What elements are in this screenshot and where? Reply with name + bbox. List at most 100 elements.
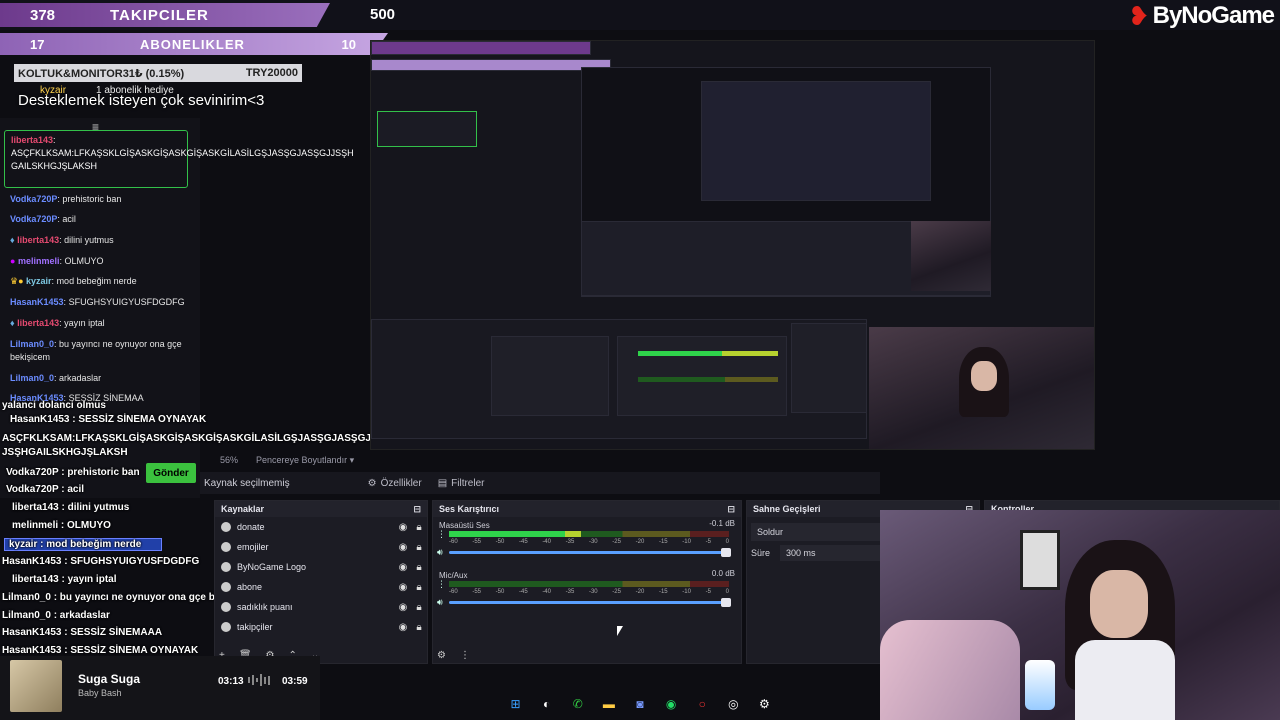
scale-tick: -35 — [565, 539, 575, 545]
followers-goal-bar: 378 TAKIPCILER — [0, 3, 330, 27]
eye-icon[interactable]: ◉ — [395, 622, 411, 633]
source-type-icon — [221, 562, 231, 572]
scale-tick: -20 — [635, 589, 645, 595]
chat-username[interactable]: Lilman0_0 — [10, 373, 54, 383]
chat-text: dilini yutmus — [64, 235, 114, 245]
source-name: sadıklık puanı — [237, 602, 293, 612]
source-item[interactable]: ByNoGame Logo ◉ 🔒︎ — [215, 557, 427, 577]
scale-tick: -30 — [588, 589, 598, 595]
no-source-label: Kaynak seçilmemiş — [204, 477, 290, 489]
settings-icon[interactable]: ⚙ — [754, 694, 774, 714]
overlay-chat-line: HasanK1453 : SESSİZ SİNEMAAA — [2, 627, 163, 638]
followers-count: 378 — [30, 6, 56, 24]
properties-label: Özellikler — [380, 477, 422, 489]
eye-icon[interactable]: ◉ — [395, 582, 411, 593]
dock-menu-icon[interactable]: ⊟ — [727, 504, 735, 515]
chat-username[interactable]: liberta143 — [11, 135, 53, 145]
zoom-level[interactable]: 56% — [220, 455, 238, 465]
lock-icon[interactable]: 🔒︎ — [411, 522, 427, 533]
scale-tick: -60 — [449, 539, 458, 545]
slider-handle[interactable] — [721, 598, 731, 607]
chat-username[interactable]: Vodka720P — [10, 194, 57, 204]
scale-tick: -50 — [495, 589, 505, 595]
shirt — [1075, 640, 1175, 720]
volume-slider[interactable] — [449, 548, 731, 557]
obs-icon[interactable]: ◎ — [723, 694, 743, 714]
steam-icon[interactable]: ◐ — [537, 694, 557, 714]
discord-icon[interactable]: ◙ — [630, 694, 650, 714]
volume-meter — [449, 581, 729, 587]
chat-username[interactable]: Lilman0_0 — [10, 339, 54, 349]
eye-icon[interactable]: ◉ — [395, 522, 411, 533]
duration-input[interactable]: 300 ms — [780, 545, 881, 561]
nested-chat-highlight — [377, 111, 477, 147]
source-name: takipçiler — [237, 622, 273, 632]
filter-icon: ▤ — [437, 477, 448, 489]
overlay-chat-line: Vodka720P : acil — [6, 484, 85, 495]
lock-icon[interactable]: 🔒︎ — [411, 602, 427, 613]
windows-start-icon[interactable]: ⊞ — [506, 694, 526, 714]
chat-username[interactable]: kyzair — [26, 276, 52, 286]
source-properties-bar: Kaynak seçilmemiş ⚙ Özellikler ▤ Filtreler — [200, 472, 880, 494]
properties-button[interactable]: ⚙ Özellikler — [360, 475, 430, 492]
fit-window-button[interactable]: Pencereye Boyutlandır ▾ — [256, 455, 354, 466]
menu-dots-icon[interactable]: ⋮ — [460, 650, 470, 661]
chat-highlight-message: liberta143: ASÇFKLKSAM:LFKAŞSKLGİŞASKGİŞ… — [4, 130, 354, 188]
lock-icon[interactable]: 🔒︎ — [411, 582, 427, 593]
whatsapp-icon[interactable]: ✆ — [568, 694, 588, 714]
donation-goal-bar: KOLTUK&MONITOR31₺ (0.15%) TRY20000 — [14, 64, 302, 82]
chat-username[interactable]: liberta143 — [17, 318, 59, 328]
chat-line: HasanK1453: SFUGHSYUIGYUSFDGDFG — [10, 297, 185, 307]
folder-icon[interactable]: ▬ — [599, 694, 619, 714]
slider-handle[interactable] — [721, 548, 731, 557]
volume-slider[interactable] — [449, 598, 731, 607]
speaker-icon[interactable]: 🔊︎ — [437, 547, 443, 558]
overlay-chat-line: HasanK1453 : SFUGHSYUIGYUSFDGDFG — [2, 556, 200, 567]
chat-username[interactable]: HasanK1453 — [10, 297, 64, 307]
lock-icon[interactable]: 🔒︎ — [411, 562, 427, 573]
source-type-icon — [221, 542, 231, 552]
spotify-icon[interactable]: ◉ — [661, 694, 681, 714]
chat-username[interactable]: Vodka720P — [10, 214, 57, 224]
advanced-audio-icon[interactable]: ⚙ — [437, 650, 446, 661]
preview-toolbar: 56% Pencereye Boyutlandır ▾ — [200, 452, 880, 468]
chat-line: Vodka720P: prehistoric ban — [10, 194, 122, 204]
obs-preview[interactable] — [370, 40, 1095, 450]
donation-label: KOLTUK&MONITOR31₺ (0.15%) — [18, 67, 185, 80]
meter-scale: -60 -55 -50 -45 -40 -35 -30 -25 -20 -15 -10 -5 0 — [449, 539, 729, 545]
source-item[interactable]: takipçiler ◉ 🔒︎ — [215, 617, 427, 637]
speaker-icon[interactable]: 🔊︎ — [437, 597, 443, 608]
dock-menu-icon[interactable]: ⊟ — [413, 504, 421, 515]
album-art — [10, 660, 62, 712]
nested-screen-inner — [701, 81, 931, 201]
source-name: abone — [237, 582, 263, 592]
chat-send-button[interactable]: Gönder — [146, 463, 196, 483]
source-type-icon — [221, 522, 231, 532]
source-item[interactable]: emojiler ◉ 🔒︎ — [215, 537, 427, 557]
filters-button[interactable]: ▤ Filtreler — [430, 475, 493, 492]
eye-icon[interactable]: ◉ — [395, 542, 411, 553]
pc-case — [1025, 660, 1055, 710]
options-icon[interactable]: ⋮ — [437, 529, 446, 540]
meter-scale: -60 -55 -50 -45 -40 -35 -30 -25 -20 -15 -10 -5 0 — [449, 589, 729, 595]
chat-text: ASÇFKLKSAM:LFKAŞSKLGİŞASKGİŞASKGİŞASKGİL… — [11, 148, 354, 171]
eye-icon[interactable]: ◉ — [395, 562, 411, 573]
scale-tick: -10 — [682, 589, 691, 595]
source-item[interactable]: donate ◉ 🔒︎ — [215, 517, 427, 537]
chat-text: SFUGHSYUIGYUSFDGDFG — [68, 297, 185, 307]
eye-icon[interactable]: ◉ — [395, 602, 411, 613]
donation-message: Desteklemek isteyen çok sevinirim<3 — [18, 92, 265, 109]
lock-icon[interactable]: 🔒︎ — [411, 622, 427, 633]
overlay-chat-line: kyzair : mod bebeğim nerde — [4, 538, 163, 551]
chat-username[interactable]: liberta143 — [17, 235, 59, 245]
options-icon[interactable]: ⋮ — [437, 579, 446, 590]
chevron-down-icon: ▾ — [349, 454, 355, 465]
chat-line: ♛● kyzair: mod bebeğim nerde — [10, 276, 137, 286]
chat-username[interactable]: melinmeli — [18, 256, 60, 266]
opera-icon[interactable]: ○ — [692, 694, 712, 714]
source-item[interactable]: sadıklık puanı ◉ 🔒︎ — [215, 597, 427, 617]
source-item[interactable]: abone ◉ 🔒︎ — [215, 577, 427, 597]
lock-icon[interactable]: 🔒︎ — [411, 542, 427, 553]
scale-tick: -45 — [518, 589, 528, 595]
followers-goal: 500 — [370, 6, 396, 23]
